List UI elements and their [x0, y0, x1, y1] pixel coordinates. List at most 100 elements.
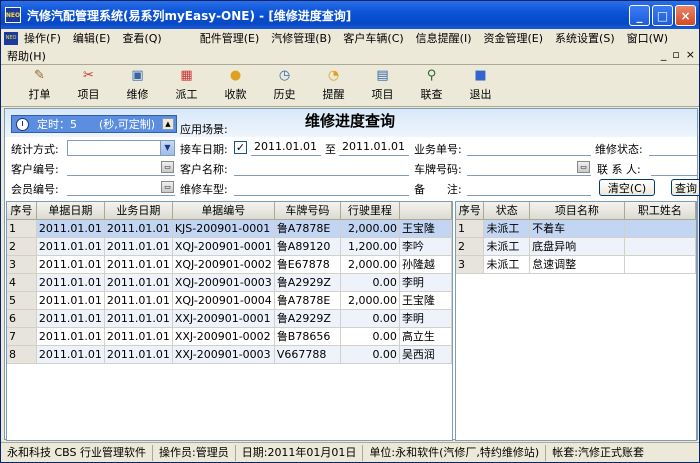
car-model-input[interactable]	[234, 180, 409, 196]
table-row[interactable]: 2 2011.01.01 2011.01.01 XQJ-200901-0001 鲁A89…	[7, 237, 452, 256]
receive-date-checkbox[interactable]: ✓	[234, 141, 247, 154]
table-cell[interactable]: 不着车	[529, 219, 625, 238]
col-header[interactable]: 行驶里程	[340, 202, 400, 220]
menu-customer-vehicle[interactable]: 客户车辆(C)	[337, 30, 409, 46]
table-cell[interactable]: 3	[7, 255, 37, 274]
toolbar-lookup-button[interactable]: ⚲ 联查	[407, 66, 456, 106]
close-button[interactable]: ×	[675, 5, 696, 26]
title-bar[interactable]: NEO 汽修汽配管理系统(易系列myEasy-ONE) - [维修进度查询] _…	[1, 1, 699, 29]
toolbar-reminder-button[interactable]: ◔ 提醒	[309, 66, 358, 106]
toolbar-dispatch-button[interactable]: ▦ 派工	[162, 66, 211, 106]
table-cell[interactable]: 李明	[399, 309, 452, 328]
table-cell[interactable]: 0.00	[340, 309, 400, 328]
table-cell[interactable]: 7	[7, 327, 37, 346]
table-row[interactable]: 1 未派工 不着车	[456, 219, 696, 238]
table-cell[interactable]: 高立生	[399, 327, 452, 346]
table-cell[interactable]: 王宝隆	[399, 291, 452, 310]
menu-help[interactable]: 帮助(H)	[1, 48, 52, 64]
toolbar-exit-button[interactable]: ■ 退出	[456, 66, 505, 106]
mdi-minimize-button[interactable]: _	[661, 48, 667, 61]
table-cell[interactable]: XXJ-200901-0003	[172, 345, 275, 364]
table-row[interactable]: 6 2011.01.01 2011.01.01 XXJ-200901-0001 鲁A29…	[7, 309, 452, 328]
table-cell[interactable]: 未派工	[483, 255, 531, 274]
table-cell[interactable]: V667788	[274, 345, 341, 364]
stat-method-select[interactable]: ▼	[67, 140, 175, 156]
lookup-icon[interactable]: ▭	[161, 161, 174, 173]
table-cell[interactable]: 鲁A7878E	[274, 291, 341, 310]
repair-status-input[interactable]	[649, 140, 697, 156]
table-cell[interactable]: 2011.01.01	[36, 309, 105, 328]
col-header[interactable]: 项目名称	[529, 202, 625, 220]
table-cell[interactable]: 8	[7, 345, 37, 364]
toolbar-print-order-button[interactable]: ✎ 打单	[15, 66, 64, 106]
toolbar-project-button[interactable]: ▤ 项目	[358, 66, 407, 106]
table-cell[interactable]: 2011.01.01	[36, 291, 105, 310]
menu-view[interactable]: 查看(Q)	[116, 30, 167, 46]
toolbar-payment-button[interactable]: ● 收款	[211, 66, 260, 106]
table-cell[interactable]: 0.00	[340, 345, 400, 364]
table-row[interactable]: 5 2011.01.01 2011.01.01 XQJ-200901-0004 鲁A78…	[7, 291, 452, 310]
table-cell[interactable]: 2011.01.01	[36, 237, 105, 256]
menu-edit[interactable]: 编辑(E)	[67, 30, 117, 46]
table-cell[interactable]: XQJ-200901-0002	[172, 255, 275, 274]
table-cell[interactable]: 5	[7, 291, 37, 310]
table-cell[interactable]: 鲁A2929Z	[274, 309, 341, 328]
col-header[interactable]: 序号	[456, 202, 485, 220]
customer-no-input[interactable]: ▭	[67, 160, 175, 176]
table-cell[interactable]: 3	[456, 255, 485, 274]
table-row[interactable]: 4 2011.01.01 2011.01.01 XQJ-200901-0003 鲁A29…	[7, 273, 452, 292]
date-to-input[interactable]: 2011.01.01	[339, 140, 409, 156]
maximize-button[interactable]: □	[652, 5, 673, 26]
spinner-icon[interactable]: ▲	[162, 118, 174, 130]
table-cell[interactable]: 2011.01.01	[36, 345, 105, 364]
table-cell[interactable]: 2011.01.01	[104, 327, 173, 346]
query-button[interactable]: 查询	[671, 179, 699, 196]
col-header[interactable]	[399, 202, 452, 220]
table-cell[interactable]: XQJ-200901-0004	[172, 291, 275, 310]
table-cell[interactable]: XXJ-200901-0001	[172, 309, 275, 328]
date-from-input[interactable]: 2011.01.01	[251, 140, 321, 156]
table-cell[interactable]: XQJ-200901-0003	[172, 273, 275, 292]
lookup-icon[interactable]: ▭	[161, 181, 174, 193]
contact-input[interactable]	[651, 160, 697, 176]
table-cell[interactable]: 2	[7, 237, 37, 256]
chevron-down-icon[interactable]: ▼	[160, 141, 174, 155]
col-header[interactable]: 状态	[483, 202, 531, 220]
table-cell[interactable]: 0.00	[340, 273, 400, 292]
col-header[interactable]: 单据编号	[172, 202, 275, 220]
toolbar-repair-button[interactable]: ▣ 维修	[113, 66, 162, 106]
table-cell[interactable]: 鲁A7878E	[274, 219, 341, 238]
table-cell[interactable]: 2011.01.01	[104, 237, 173, 256]
toolbar-items-button[interactable]: ✂ 项目	[64, 66, 113, 106]
table-cell[interactable]: 6	[7, 309, 37, 328]
table-cell[interactable]: 4	[7, 273, 37, 292]
table-row[interactable]: 3 未派工 怠速调整	[456, 255, 696, 274]
table-cell[interactable]	[624, 219, 696, 238]
table-cell[interactable]: 李吟	[399, 237, 452, 256]
table-row[interactable]: 1 2011.01.01 2011.01.01 KJS-200901-0001 鲁A78…	[7, 219, 452, 238]
table-row[interactable]: 7 2011.01.01 2011.01.01 XXJ-200901-0002 鲁B78…	[7, 327, 452, 346]
table-cell[interactable]: 鲁A2929Z	[274, 273, 341, 292]
member-no-input[interactable]: ▭	[67, 180, 175, 196]
table-cell[interactable]: 2011.01.01	[104, 219, 173, 238]
menu-parts[interactable]: 配件管理(E)	[194, 30, 266, 46]
toolbar-history-button[interactable]: ◷ 历史	[260, 66, 309, 106]
menu-operate[interactable]: 操作(F)	[18, 30, 67, 46]
refresh-timer[interactable]: 定时：5 (秒,可定制) ▲	[11, 115, 177, 133]
table-cell[interactable]: 王宝隆	[399, 219, 452, 238]
table-cell[interactable]: 2011.01.01	[36, 327, 105, 346]
col-header[interactable]: 职工姓名	[624, 202, 696, 220]
table-cell[interactable]: 鲁A89120	[274, 237, 341, 256]
table-cell[interactable]: 2011.01.01	[104, 291, 173, 310]
orders-grid[interactable]: 序号 单据日期 业务日期 单据编号 车牌号码 行驶里程 1 2011.01.01 2…	[6, 201, 453, 441]
customer-name-input[interactable]	[234, 160, 409, 176]
table-cell[interactable]: XXJ-200901-0002	[172, 327, 275, 346]
table-cell[interactable]: 鲁B78656	[274, 327, 341, 346]
table-cell[interactable]: 2011.01.01	[36, 219, 105, 238]
table-cell[interactable]	[624, 237, 696, 256]
menu-finance[interactable]: 资金管理(E)	[478, 30, 550, 46]
table-row[interactable]: 3 2011.01.01 2011.01.01 XQJ-200901-0002 鲁E67…	[7, 255, 452, 274]
table-cell[interactable]: 2,000.00	[340, 255, 400, 274]
mdi-child-icon[interactable]: NEO	[4, 31, 18, 45]
table-cell[interactable]: 0.00	[340, 327, 400, 346]
